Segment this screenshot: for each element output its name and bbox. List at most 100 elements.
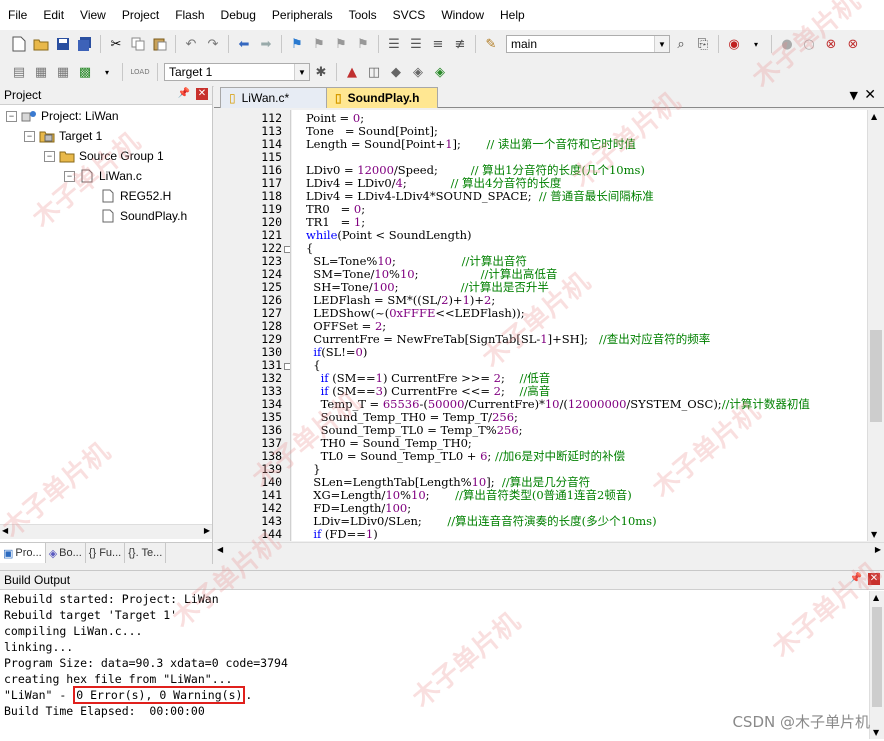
scroll-right-icon[interactable]: ▶ — [875, 545, 881, 554]
tab-list-dropdown-icon[interactable]: ▼ — [850, 89, 858, 102]
kill-breakpoints-icon[interactable]: ⊗ — [822, 35, 840, 53]
scroll-right-icon[interactable]: ▶ — [204, 526, 210, 535]
scrollbar-thumb[interactable] — [872, 607, 882, 707]
build-line: linking... — [4, 640, 74, 654]
collapse-icon[interactable]: − — [6, 110, 17, 122]
collapse-icon[interactable]: − — [64, 170, 75, 182]
target-combo[interactable]: Target 1 ▼ — [164, 63, 310, 81]
code-line[interactable]: Length = Sound[Point+1]; // 读出第一个音符和它时时值 — [306, 138, 636, 151]
pin-icon[interactable]: 📌 — [178, 88, 190, 99]
undo-icon[interactable]: ↶ — [182, 35, 200, 53]
editor-vertical-scrollbar[interactable]: ▲ ▼ — [867, 110, 884, 541]
scrollbar-thumb[interactable] — [870, 330, 882, 422]
debug-session-icon[interactable]: ◉ — [725, 35, 743, 53]
rebuild-icon[interactable]: ▦ — [54, 63, 72, 81]
tree-node-soundplay[interactable]: SoundPlay.h — [100, 206, 187, 226]
menu-svcs[interactable]: SVCS — [385, 8, 434, 22]
code-line[interactable]: while(Point < SoundLength) — [306, 229, 471, 242]
collapse-icon[interactable]: − — [44, 150, 55, 162]
save-all-icon[interactable] — [76, 35, 94, 53]
scroll-down-icon[interactable]: ▼ — [871, 530, 877, 539]
close-icon[interactable]: ✕ — [196, 88, 208, 100]
scroll-up-icon[interactable]: ▲ — [873, 593, 879, 602]
copy-icon[interactable] — [129, 35, 147, 53]
fold-marker-icon[interactable] — [284, 246, 290, 253]
tab-liwan-c[interactable]: ▯ LiWan.c* — [220, 87, 330, 108]
dropdown-icon[interactable]: ▾ — [747, 35, 765, 53]
bookmark-icon[interactable]: ⚑ — [288, 35, 306, 53]
tab-project[interactable]: ▣ Pro... — [0, 543, 46, 563]
build-output-scrollbar[interactable]: ▲ ▼ — [869, 591, 884, 739]
stop-build-dropdown-icon[interactable]: ▾ — [98, 63, 116, 81]
target-options-icon[interactable]: ✱ — [312, 63, 330, 81]
code-area[interactable]: Point = 0; Tone = Sound[Point]; Length = S… — [292, 110, 868, 541]
scroll-left-icon[interactable]: ◀ — [217, 545, 223, 554]
next-bookmark-icon[interactable]: ⚑ — [332, 35, 350, 53]
menu-file[interactable]: File — [0, 8, 35, 22]
tab-templates[interactable]: {}. Te... — [125, 543, 167, 563]
translate-icon[interactable]: ▤ — [10, 63, 28, 81]
menu-flash[interactable]: Flash — [167, 8, 212, 22]
menu-peripherals[interactable]: Peripherals — [264, 8, 341, 22]
collapse-icon[interactable]: − — [24, 130, 35, 142]
scroll-up-icon[interactable]: ▲ — [871, 112, 877, 121]
menu-debug[interactable]: Debug — [213, 8, 264, 22]
kill-all-breakpoints-icon[interactable]: ⊗ — [844, 35, 862, 53]
disable-breakpoint-icon[interactable]: ○ — [800, 35, 818, 53]
build-line: Rebuild target 'Target 1' — [4, 608, 178, 622]
nav-forward-icon[interactable]: ➡ — [257, 35, 275, 53]
tab-soundplay-h[interactable]: ▯ SoundPlay.h — [326, 87, 438, 108]
tree-node-source-group[interactable]: − Source Group 1 — [44, 146, 164, 166]
find-in-files-icon[interactable]: ✎ — [482, 35, 500, 53]
run-time-env-icon[interactable]: ◈ — [431, 63, 449, 81]
menu-view[interactable]: View — [72, 8, 114, 22]
build-icon[interactable]: ▦ — [32, 63, 50, 81]
unindent-icon[interactable]: ☰ — [407, 35, 425, 53]
batch-build-icon[interactable]: ▩ — [76, 63, 94, 81]
find-combo[interactable]: main ▼ — [506, 35, 670, 53]
pack-installer-icon[interactable]: ◈ — [409, 63, 427, 81]
manage-components-icon[interactable]: ◫ — [365, 63, 383, 81]
scroll-left-icon[interactable]: ◀ — [2, 526, 8, 535]
chevron-down-icon[interactable]: ▼ — [654, 36, 669, 52]
new-file-icon[interactable] — [10, 35, 28, 53]
tab-books[interactable]: ◈ Bo... — [46, 543, 86, 563]
paste-icon[interactable] — [151, 35, 169, 53]
redo-icon[interactable]: ↷ — [204, 35, 222, 53]
pin-icon[interactable]: 📌 — [850, 573, 862, 584]
indent-icon[interactable]: ☰ — [385, 35, 403, 53]
menu-edit[interactable]: Edit — [35, 8, 72, 22]
clear-bookmarks-icon[interactable]: ⚑ — [354, 35, 372, 53]
tree-node-project[interactable]: − Project: LiWan — [6, 106, 119, 126]
comment-icon[interactable]: ≡ — [429, 35, 447, 53]
project-horizontal-scrollbar[interactable]: ◀ ▶ — [0, 524, 212, 539]
load-icon[interactable]: LOAD — [129, 63, 151, 81]
cut-icon[interactable]: ✂ — [107, 35, 125, 53]
find-icon[interactable]: ⌕ — [672, 35, 690, 53]
tree-node-target[interactable]: − Target 1 — [24, 126, 102, 146]
breakpoint-icon[interactable]: ● — [778, 35, 796, 53]
tab-functions[interactable]: {} Fu... — [86, 543, 126, 563]
menu-project[interactable]: Project — [114, 8, 167, 22]
code-line[interactable]: TL0 = Sound_Temp_TL0 + 6; //加6是对中断延时的补偿 — [306, 450, 625, 463]
uncomment-icon[interactable]: ≢ — [451, 35, 469, 53]
open-folder-icon[interactable] — [32, 35, 50, 53]
menu-tools[interactable]: Tools — [341, 8, 385, 22]
incremental-find-icon[interactable]: ⎘ — [694, 35, 712, 53]
nav-back-icon[interactable]: ⬅ — [235, 35, 253, 53]
close-tab-icon[interactable]: ✕ — [864, 87, 876, 103]
tree-node-liwan-c[interactable]: − LiWan.c — [64, 166, 142, 186]
prev-bookmark-icon[interactable]: ⚑ — [310, 35, 328, 53]
menu-help[interactable]: Help — [492, 8, 533, 22]
editor-horizontal-scrollbar[interactable]: ◀ ▶ — [214, 542, 884, 559]
file-extensions-icon[interactable]: ▲ — [343, 63, 361, 81]
tree-node-reg52[interactable]: REG52.H — [100, 186, 171, 206]
select-packs-icon[interactable]: ◆ — [387, 63, 405, 81]
close-icon[interactable]: ✕ — [868, 573, 880, 585]
chevron-down-icon[interactable]: ▼ — [294, 64, 309, 80]
code-line[interactable]: if (FD==1) — [306, 528, 377, 541]
save-icon[interactable] — [54, 35, 72, 53]
fold-marker-icon[interactable] — [284, 363, 290, 370]
scroll-down-icon[interactable]: ▼ — [873, 728, 879, 737]
menu-window[interactable]: Window — [433, 8, 492, 22]
